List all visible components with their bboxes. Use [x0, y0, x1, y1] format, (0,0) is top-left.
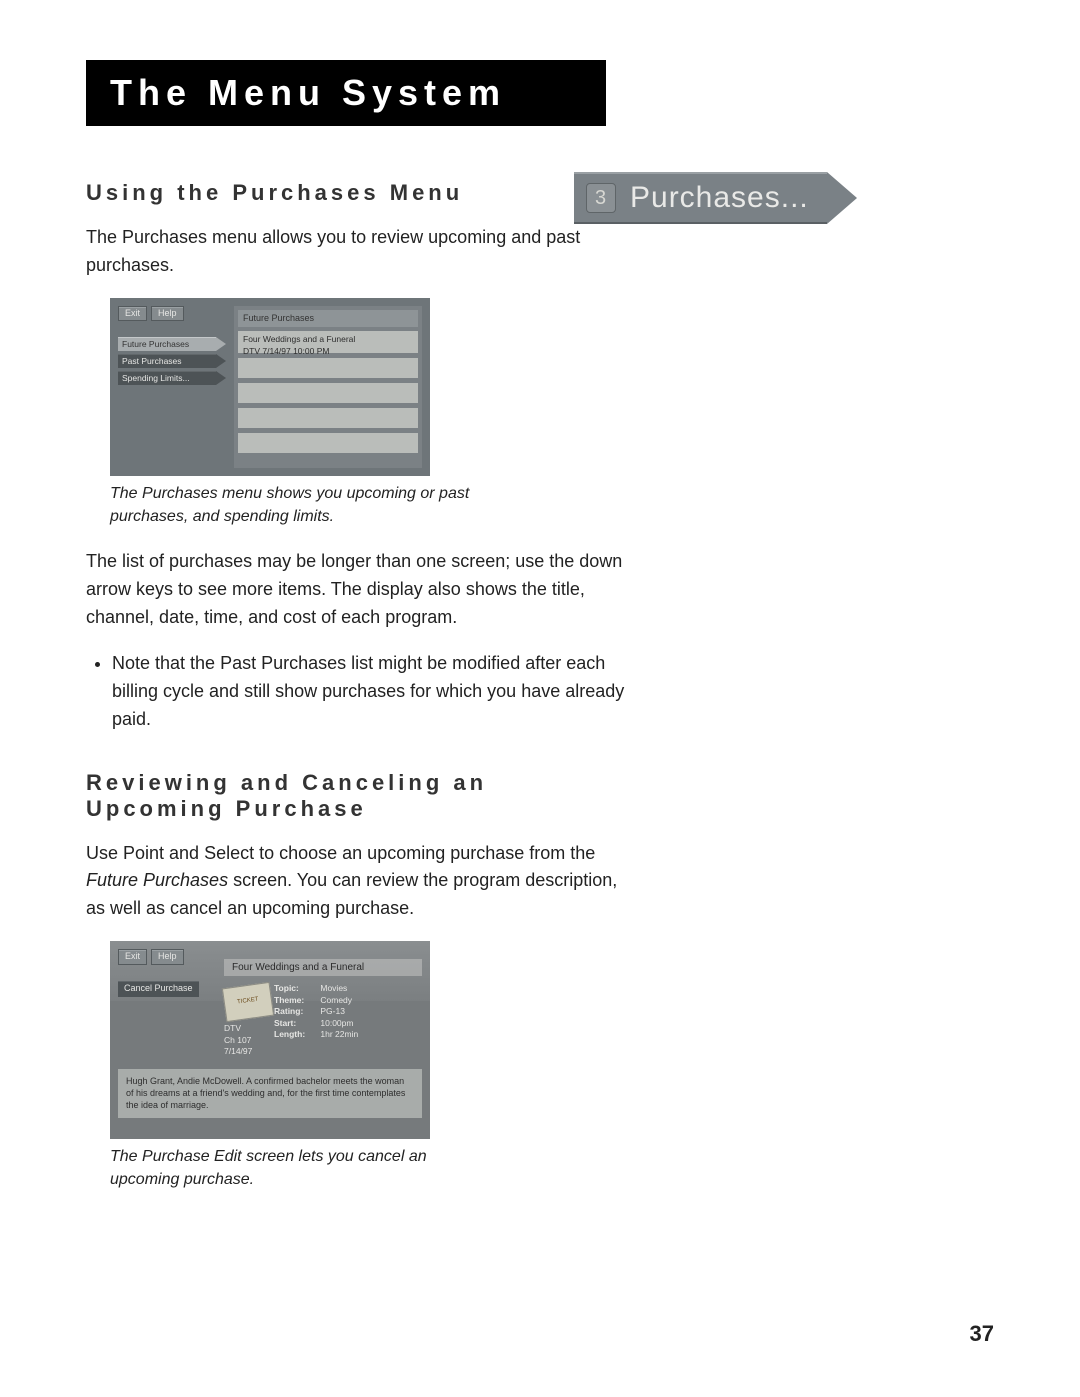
- exit-button[interactable]: Exit: [118, 306, 147, 322]
- list-item[interactable]: Four Weddings and a Funeral DTV 7/14/97 …: [238, 331, 418, 353]
- program-description: Hugh Grant, Andie McDowell. A confirmed …: [118, 1069, 422, 1117]
- ticket-icon: TICKET: [222, 982, 274, 1022]
- exit-button[interactable]: Exit: [118, 949, 147, 965]
- bullet-list: Note that the Past Purchases list might …: [86, 650, 626, 734]
- manual-page: The Menu System 3 Purchases... Using the…: [0, 0, 1080, 1397]
- nav-past-purchases[interactable]: Past Purchases: [118, 354, 216, 368]
- program-title: Four Weddings and a Funeral: [224, 959, 422, 976]
- chevron-right-icon: [827, 172, 857, 224]
- future-purchases-list: Future Purchases Four Weddings and a Fun…: [234, 306, 422, 468]
- purchase-edit-screenshot: Exit Help Cancel Purchase Four Weddings …: [110, 941, 430, 1139]
- channel-info: DTV Ch 107 7/14/97: [224, 1023, 252, 1057]
- menu-index-badge: 3: [586, 183, 616, 213]
- section-heading-reviewing: Reviewing and Canceling an Upcoming Purc…: [86, 770, 626, 822]
- list-header: Future Purchases: [238, 310, 418, 328]
- nav-future-purchases[interactable]: Future Purchases: [118, 337, 216, 351]
- bullet-item: Note that the Past Purchases list might …: [112, 650, 626, 734]
- help-button[interactable]: Help: [151, 949, 184, 965]
- cancel-purchase-button[interactable]: Cancel Purchase: [118, 981, 199, 997]
- list-item[interactable]: [238, 383, 418, 403]
- list-item[interactable]: [238, 358, 418, 378]
- menu-arrow-label: Purchases...: [630, 181, 809, 215]
- purchases-menu-screenshot: Exit Help Future Purchases Past Purchase…: [110, 298, 430, 476]
- section-heading-using-purchases: Using the Purchases Menu: [86, 180, 626, 206]
- screenshot-caption: The Purchases menu shows you upcoming or…: [110, 482, 470, 528]
- list-item[interactable]: [238, 408, 418, 428]
- program-metadata: Topic: Movies Theme: Comedy Rating: PG-1…: [274, 983, 358, 1040]
- page-number: 37: [970, 1321, 994, 1347]
- screenshot-caption: The Purchase Edit screen lets you cancel…: [110, 1145, 470, 1191]
- page-title: The Menu System: [86, 60, 606, 126]
- help-button[interactable]: Help: [151, 306, 184, 322]
- list-item[interactable]: [238, 433, 418, 453]
- purchases-menu-arrow: 3 Purchases...: [574, 172, 857, 224]
- paragraph: The list of purchases may be longer than…: [86, 548, 626, 632]
- paragraph: Use Point and Select to choose an upcomi…: [86, 840, 626, 924]
- intro-paragraph: The Purchases menu allows you to review …: [86, 224, 626, 280]
- nav-spending-limits[interactable]: Spending Limits...: [118, 371, 216, 385]
